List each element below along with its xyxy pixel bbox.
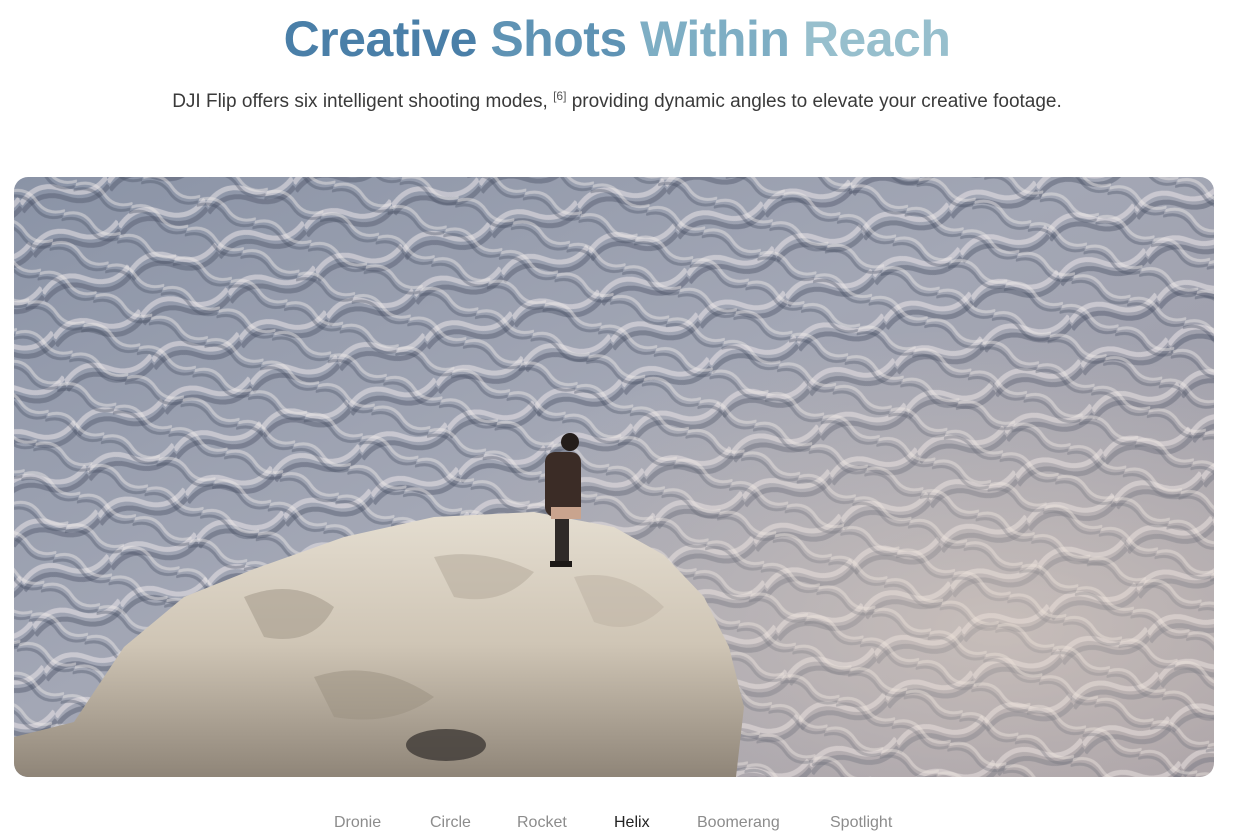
heading-word: Reach <box>802 11 951 67</box>
heading-word: Shots <box>490 11 627 67</box>
description-text: providing dynamic angles to elevate your… <box>566 91 1062 112</box>
description-text: DJI Flip offers six intelligent shooting… <box>172 91 554 112</box>
video-frame-image <box>14 177 1214 777</box>
tab-dronie[interactable]: Dronie <box>334 810 381 836</box>
section-description: DJI Flip offers six intelligent shooting… <box>160 88 1074 116</box>
tab-circle[interactable]: Circle <box>430 810 471 836</box>
tab-rocket[interactable]: Rocket <box>517 810 567 836</box>
page: Creative Shots Within Reach DJI Flip off… <box>0 0 1234 840</box>
tab-boomerang[interactable]: Boomerang <box>697 810 780 836</box>
tab-helix[interactable]: Helix <box>614 810 650 836</box>
shooting-mode-tabs: Dronie Circle Rocket Helix Boomerang Spo… <box>0 810 1234 836</box>
demo-video[interactable] <box>14 177 1214 777</box>
footnote-link[interactable]: [6] <box>553 89 566 103</box>
tab-spotlight[interactable]: Spotlight <box>830 810 892 836</box>
heading-word: Within <box>640 11 790 67</box>
heading-word: Creative <box>283 11 478 67</box>
section-heading: Creative Shots Within Reach <box>0 8 1234 70</box>
